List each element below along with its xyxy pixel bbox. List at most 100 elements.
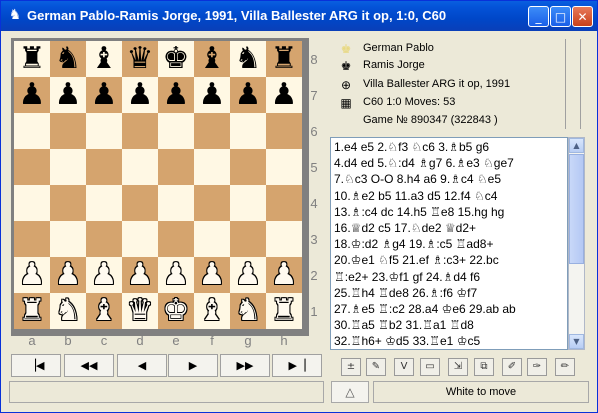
square-d3[interactable] bbox=[122, 221, 158, 257]
move-list[interactable]: 1.e4 e5 2.♘f3 ♘c6 3.♗b5 g6 4.d4 ed 5.♘:d4… bbox=[330, 137, 568, 350]
black-pawn-icon[interactable]: ♟ bbox=[230, 77, 266, 113]
first-move-button[interactable]: ▕◀ bbox=[11, 354, 61, 377]
back5-button[interactable]: ◀◀ bbox=[64, 354, 114, 377]
square-b5[interactable] bbox=[50, 149, 86, 185]
export-icon[interactable]: ⇲ bbox=[448, 358, 468, 376]
window-icon[interactable]: ▭ bbox=[420, 358, 440, 376]
square-e7[interactable]: ♟ bbox=[158, 77, 194, 113]
square-h3[interactable] bbox=[266, 221, 302, 257]
white-rook-icon[interactable]: ♜ bbox=[14, 293, 50, 329]
square-b4[interactable] bbox=[50, 185, 86, 221]
move-line[interactable]: ♖:e2+ 23.♔f1 gf 24.♗d4 f6 bbox=[334, 270, 480, 284]
square-b7[interactable]: ♟ bbox=[50, 77, 86, 113]
square-g2[interactable]: ♟ bbox=[230, 257, 266, 293]
square-f3[interactable] bbox=[194, 221, 230, 257]
white-knight-icon[interactable]: ♞ bbox=[50, 293, 86, 329]
black-king-icon[interactable]: ♚ bbox=[158, 41, 194, 77]
edit-game-icon[interactable]: ✐ bbox=[502, 358, 522, 376]
square-f2[interactable]: ♟ bbox=[194, 257, 230, 293]
white-rook-icon[interactable]: ♜ bbox=[266, 293, 302, 329]
maximize-button[interactable]: □ bbox=[550, 6, 571, 27]
square-e6[interactable] bbox=[158, 113, 194, 149]
edit-position-icon[interactable]: ✎ bbox=[366, 358, 386, 376]
square-c2[interactable]: ♟ bbox=[86, 257, 122, 293]
white-king-icon[interactable]: ♚ bbox=[158, 293, 194, 329]
add-variation-icon[interactable]: ± bbox=[341, 358, 361, 376]
white-pawn-icon[interactable]: ♟ bbox=[50, 257, 86, 293]
square-h2[interactable]: ♟ bbox=[266, 257, 302, 293]
square-e4[interactable] bbox=[158, 185, 194, 221]
move-line[interactable]: 1.e4 e5 2.♘f3 ♘c6 3.♗b5 g6 bbox=[334, 140, 489, 154]
black-knight-icon[interactable]: ♞ bbox=[230, 41, 266, 77]
square-b3[interactable] bbox=[50, 221, 86, 257]
title-bar[interactable]: ♞ German Pablo-Ramis Jorge, 1991, Villa … bbox=[1, 1, 597, 31]
close-button[interactable]: ✕ bbox=[572, 6, 593, 27]
square-g5[interactable] bbox=[230, 149, 266, 185]
square-d1[interactable]: ♛ bbox=[122, 293, 158, 329]
square-g6[interactable] bbox=[230, 113, 266, 149]
square-g3[interactable] bbox=[230, 221, 266, 257]
forward5-button[interactable]: ▶▶ bbox=[220, 354, 270, 377]
move-line[interactable]: 4.d4 ed 5.♘:d4 ♗g7 6.♗e3 ♘ge7 bbox=[334, 156, 514, 170]
move-line[interactable]: 10.♗e2 b5 11.a3 d5 12.f4 ♘c4 bbox=[334, 189, 497, 203]
black-knight-icon[interactable]: ♞ bbox=[50, 41, 86, 77]
square-b6[interactable] bbox=[50, 113, 86, 149]
square-g7[interactable]: ♟ bbox=[230, 77, 266, 113]
black-pawn-icon[interactable]: ♟ bbox=[86, 77, 122, 113]
square-a2[interactable]: ♟ bbox=[14, 257, 50, 293]
white-queen-icon[interactable]: ♛ bbox=[122, 293, 158, 329]
move-line[interactable]: 16.♕d2 c5 17.♘de2 ♕d2+ bbox=[334, 221, 476, 235]
white-knight-icon[interactable]: ♞ bbox=[230, 293, 266, 329]
black-rook-icon[interactable]: ♜ bbox=[14, 41, 50, 77]
minimize-button[interactable]: _ bbox=[528, 6, 549, 27]
square-e1[interactable]: ♚ bbox=[158, 293, 194, 329]
square-f7[interactable]: ♟ bbox=[194, 77, 230, 113]
white-pawn-icon[interactable]: ♟ bbox=[14, 257, 50, 293]
white-pawn-icon[interactable]: ♟ bbox=[86, 257, 122, 293]
black-bishop-icon[interactable]: ♝ bbox=[194, 41, 230, 77]
settings-icon[interactable]: ✏ bbox=[555, 358, 575, 376]
black-pawn-icon[interactable]: ♟ bbox=[50, 77, 86, 113]
square-f8[interactable]: ♝ bbox=[194, 41, 230, 77]
square-h4[interactable] bbox=[266, 185, 302, 221]
square-c5[interactable] bbox=[86, 149, 122, 185]
move-line[interactable]: 13.♗:c4 dc 14.h5 ♖e8 15.hg hg bbox=[334, 205, 504, 219]
white-pawn-icon[interactable]: ♟ bbox=[266, 257, 302, 293]
square-c6[interactable] bbox=[86, 113, 122, 149]
black-bishop-icon[interactable]: ♝ bbox=[86, 41, 122, 77]
square-c1[interactable]: ♝ bbox=[86, 293, 122, 329]
square-h6[interactable] bbox=[266, 113, 302, 149]
back-button[interactable]: ◀ bbox=[117, 354, 167, 377]
square-a4[interactable] bbox=[14, 185, 50, 221]
square-f6[interactable] bbox=[194, 113, 230, 149]
square-h5[interactable] bbox=[266, 149, 302, 185]
move-line[interactable]: 18.♔:d2 ♗g4 19.♗:c5 ♖ad8+ bbox=[334, 237, 493, 251]
square-c7[interactable]: ♟ bbox=[86, 77, 122, 113]
white-pawn-icon[interactable]: ♟ bbox=[158, 257, 194, 293]
square-e5[interactable] bbox=[158, 149, 194, 185]
move-line[interactable]: 20.♔e1 ♘f5 21.ef ♗:c3+ 22.bc bbox=[334, 253, 499, 267]
black-queen-icon[interactable]: ♛ bbox=[122, 41, 158, 77]
square-a8[interactable]: ♜ bbox=[14, 41, 50, 77]
move-line[interactable]: 32.♖h6+ ♔d5 33.♖e1 ♔c5 bbox=[334, 334, 480, 348]
move-line[interactable]: 25.♖h4 ♖de8 26.♗:f6 ♔f7 bbox=[334, 286, 477, 300]
square-a3[interactable] bbox=[14, 221, 50, 257]
white-bishop-icon[interactable]: ♝ bbox=[194, 293, 230, 329]
black-pawn-icon[interactable]: ♟ bbox=[266, 77, 302, 113]
comment-icon[interactable]: ✑ bbox=[527, 358, 547, 376]
square-a7[interactable]: ♟ bbox=[14, 77, 50, 113]
square-e3[interactable] bbox=[158, 221, 194, 257]
move-line[interactable]: 27.♗e5 ♖:c2 28.a4 ♔e6 29.ab ab bbox=[334, 302, 516, 316]
square-d2[interactable]: ♟ bbox=[122, 257, 158, 293]
copy-icon[interactable]: ⧉ bbox=[474, 358, 494, 376]
square-d4[interactable] bbox=[122, 185, 158, 221]
square-b1[interactable]: ♞ bbox=[50, 293, 86, 329]
square-d6[interactable] bbox=[122, 113, 158, 149]
square-c4[interactable] bbox=[86, 185, 122, 221]
forward-button[interactable]: ▶ bbox=[168, 354, 218, 377]
black-pawn-icon[interactable]: ♟ bbox=[14, 77, 50, 113]
square-b8[interactable]: ♞ bbox=[50, 41, 86, 77]
square-h7[interactable]: ♟ bbox=[266, 77, 302, 113]
square-f5[interactable] bbox=[194, 149, 230, 185]
square-a1[interactable]: ♜ bbox=[14, 293, 50, 329]
